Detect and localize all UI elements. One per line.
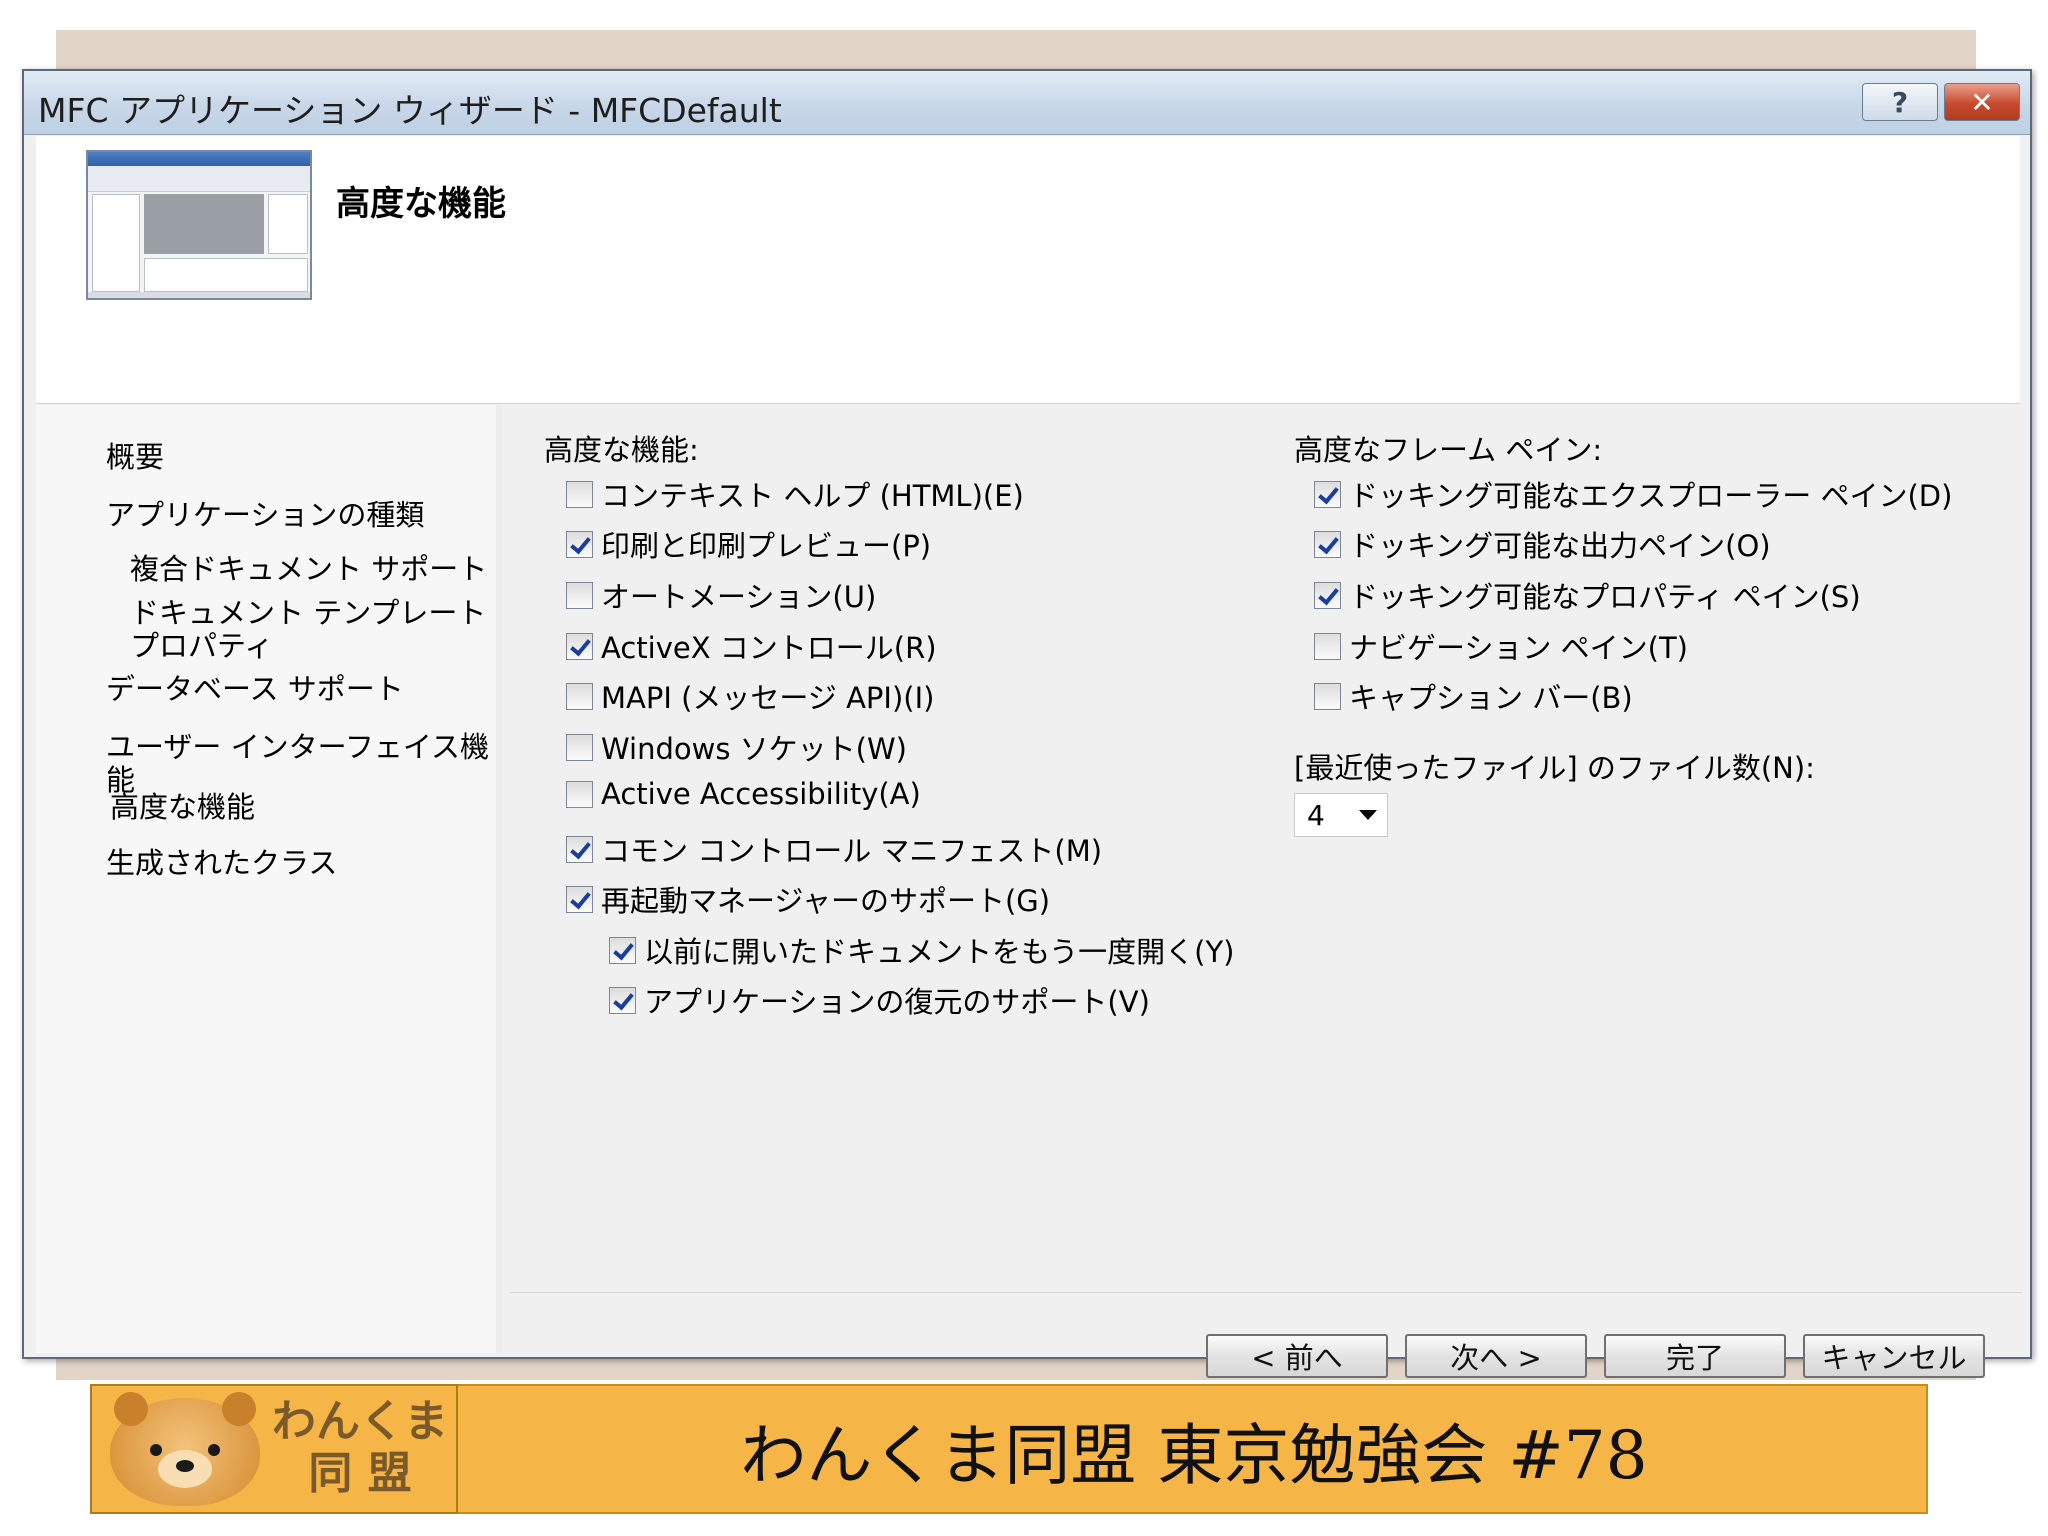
option-output-pane[interactable]: ドッキング可能な出力ペイン(O)	[1314, 523, 1771, 565]
close-icon: ✕	[1970, 85, 1994, 119]
option-reopen-documents[interactable]: 以前に開いたドキュメントをもう一度開く(Y)	[609, 929, 1234, 971]
nav-item-app-type[interactable]: アプリケーションの種類	[106, 499, 424, 532]
wankuma-logo: わんくま 同 盟	[90, 1384, 458, 1514]
nav-item-doc-template[interactable]: ドキュメント テンプレート プロパティ	[130, 597, 492, 663]
option-app-recovery[interactable]: アプリケーションの復元のサポート(V)	[609, 979, 1150, 1021]
checkbox[interactable]	[1314, 480, 1341, 508]
prev-button[interactable]: < 前へ	[1206, 1334, 1388, 1378]
nav-item-advanced[interactable]: 高度な機能	[110, 791, 255, 824]
title-bar[interactable]: MFC アプリケーション ウィザード - MFCDefault ? ✕	[24, 71, 2030, 135]
option-context-help[interactable]: コンテキスト ヘルプ (HTML)(E)	[566, 473, 1024, 515]
option-explorer-pane[interactable]: ドッキング可能なエクスプローラー ペイン(D)	[1314, 473, 1952, 515]
close-button[interactable]: ✕	[1944, 83, 2020, 121]
nav-item-generated-classes[interactable]: 生成されたクラス	[106, 847, 337, 880]
window-title: MFC アプリケーション ウィザード - MFCDefault	[38, 91, 782, 130]
nav-item-overview[interactable]: 概要	[106, 441, 164, 474]
option-windows-sockets[interactable]: Windows ソケット(W)	[566, 726, 907, 768]
help-icon: ?	[1891, 85, 1909, 119]
cancel-button[interactable]: キャンセル	[1803, 1334, 1985, 1378]
checkbox[interactable]	[566, 835, 593, 863]
checkbox[interactable]	[566, 733, 593, 761]
wizard-nav: 概要 アプリケーションの種類 複合ドキュメント サポート ドキュメント テンプレ…	[36, 405, 502, 1353]
option-automation[interactable]: オートメーション(U)	[566, 574, 876, 616]
wizard-content: 高度な機能: コンテキスト ヘルプ (HTML)(E) 印刷と印刷プレビュー(P…	[510, 405, 2022, 1293]
option-caption-bar[interactable]: キャプション バー(B)	[1314, 675, 1633, 717]
checkbox[interactable]	[609, 986, 636, 1014]
bear-icon	[110, 1392, 260, 1506]
checkbox[interactable]	[566, 530, 593, 558]
checkbox[interactable]	[566, 480, 593, 508]
option-print-preview[interactable]: 印刷と印刷プレビュー(P)	[566, 523, 931, 565]
next-button[interactable]: 次へ >	[1405, 1334, 1587, 1378]
chevron-down-icon[interactable]	[1359, 810, 1377, 820]
advanced-features-label: 高度な機能:	[544, 433, 699, 467]
nav-item-compound-doc[interactable]: 複合ドキュメント サポート	[130, 553, 487, 586]
page-title: 高度な機能	[336, 184, 506, 224]
option-navigation-pane[interactable]: ナビゲーション ペイン(T)	[1314, 625, 1688, 667]
recent-files-label: [最近使ったファイル] のファイル数(N):	[1294, 751, 1815, 785]
logo-text: わんくま 同 盟	[272, 1396, 448, 1499]
option-restart-manager[interactable]: 再起動マネージャーのサポート(G)	[566, 878, 1050, 920]
option-properties-pane[interactable]: ドッキング可能なプロパティ ペイン(S)	[1314, 574, 1861, 616]
wizard-window: MFC アプリケーション ウィザード - MFCDefault ? ✕ 高度な機…	[22, 69, 2032, 1378]
checkbox[interactable]	[566, 632, 593, 660]
checkbox[interactable]	[609, 936, 636, 964]
wizard-header: 高度な機能	[36, 136, 2020, 404]
option-mapi[interactable]: MAPI (メッセージ API)(I)	[566, 675, 934, 717]
footer-caption: わんくま同盟 東京勉強会 #78	[740, 1417, 1648, 1494]
nav-item-database[interactable]: データベース サポート	[106, 673, 404, 706]
checkbox[interactable]	[566, 682, 593, 710]
checkbox[interactable]	[1314, 632, 1341, 660]
checkbox[interactable]	[566, 581, 593, 609]
checkbox[interactable]	[1314, 581, 1341, 609]
checkbox[interactable]	[1314, 530, 1341, 558]
checkbox[interactable]	[566, 780, 593, 808]
help-button[interactable]: ?	[1862, 83, 1938, 121]
option-common-controls-manifest[interactable]: コモン コントロール マニフェスト(M)	[566, 828, 1102, 870]
recent-files-count-select[interactable]: 4	[1294, 793, 1388, 837]
finish-button[interactable]: 完了	[1604, 1334, 1786, 1378]
checkbox[interactable]	[1314, 682, 1341, 710]
checkbox[interactable]	[566, 885, 593, 913]
option-activex[interactable]: ActiveX コントロール(R)	[566, 625, 937, 667]
app-preview-image	[86, 150, 312, 300]
frame-panes-label: 高度なフレーム ペイン:	[1294, 433, 1603, 467]
option-active-accessibility[interactable]: Active Accessibility(A)	[566, 777, 921, 811]
nav-item-ui-features[interactable]: ユーザー インターフェイス機能	[106, 731, 496, 797]
